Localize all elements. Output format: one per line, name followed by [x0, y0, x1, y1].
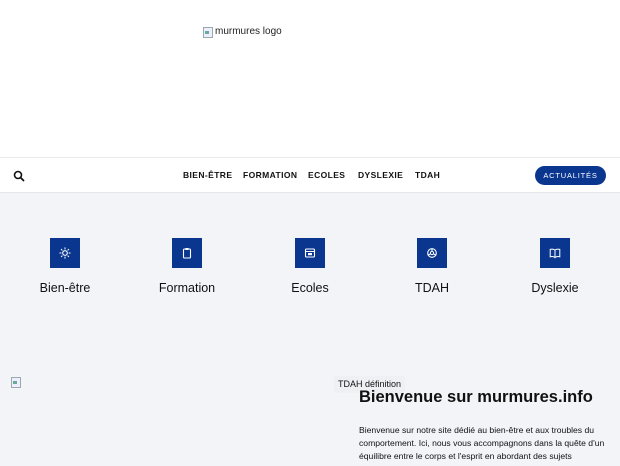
book-icon [540, 238, 570, 268]
logo-link[interactable]: murmures logo [203, 26, 282, 38]
nav-link-formation[interactable]: FORMATION [243, 170, 297, 180]
category-bien-etre[interactable]: Bien-être [25, 238, 105, 295]
welcome-title: Bienvenue sur murmures.info [359, 388, 593, 406]
article-image-placeholder [11, 377, 21, 388]
nav-link-tdah[interactable]: TDAH [415, 170, 440, 180]
category-label: Bien-être [39, 281, 91, 295]
brain-icon [417, 238, 447, 268]
logo-image-placeholder [203, 26, 213, 38]
actualites-button[interactable]: ACTUALITÉS [535, 166, 606, 185]
main-navbar: BIEN-ÊTRE FORMATION ECOLES DYSLEXIE TDAH… [0, 157, 620, 193]
category-label: Dyslexie [531, 281, 579, 295]
search-icon[interactable] [13, 169, 25, 182]
clipboard-icon [172, 238, 202, 268]
category-tdah[interactable]: TDAH [392, 238, 472, 295]
nav-menu: BIEN-ÊTRE FORMATION ECOLES DYSLEXIE TDAH [0, 158, 620, 192]
category-label: Ecoles [291, 281, 329, 295]
nav-link-ecoles[interactable]: ECOLES [308, 170, 345, 180]
category-dyslexie[interactable]: Dyslexie [515, 238, 595, 295]
school-icon [295, 238, 325, 268]
category-formation[interactable]: Formation [147, 238, 227, 295]
category-label: Formation [158, 281, 216, 295]
nav-link-bien-etre[interactable]: BIEN-ÊTRE [183, 170, 232, 180]
sun-icon [50, 238, 80, 268]
nav-link-dyslexie[interactable]: DYSLEXIE [358, 170, 403, 180]
logo-alt-text: murmures logo [215, 26, 282, 37]
category-ecoles[interactable]: Ecoles [270, 238, 350, 295]
site-header: murmures logo [0, 0, 620, 157]
category-label: TDAH [414, 281, 450, 295]
welcome-paragraph: Bienvenue sur notre site dédié au bien-ê… [359, 425, 605, 466]
